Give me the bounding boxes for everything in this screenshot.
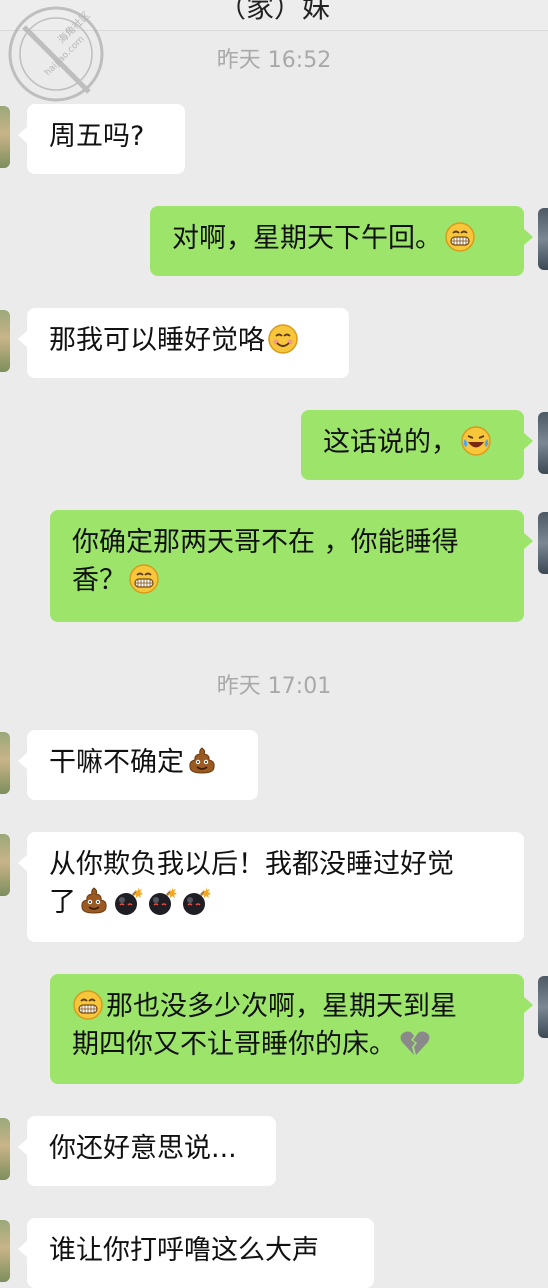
my-avatar[interactable] <box>538 208 548 270</box>
message-bubble-incoming[interactable]: 那我可以睡好觉咯 <box>18 308 349 378</box>
contact-avatar[interactable] <box>0 732 10 794</box>
contact-avatar[interactable] <box>0 106 10 168</box>
message-bubble-outgoing[interactable]: 对啊，星期天下午回。 <box>150 206 533 276</box>
contact-avatar[interactable] <box>0 310 10 372</box>
message-bubble-outgoing[interactable]: 那也没多少次啊，星期天到星 期四你又不让哥睡你的床。 <box>50 974 533 1084</box>
grin-icon <box>72 989 104 1021</box>
message-bubble-incoming[interactable]: 谁让你打呼噜这么大声 <box>18 1218 374 1288</box>
message-bubble-incoming[interactable]: 你还好意思说... <box>18 1116 276 1186</box>
smile-icon <box>267 323 299 355</box>
contact-avatar[interactable] <box>0 834 10 896</box>
message-bubble-incoming[interactable]: 周五吗? <box>18 104 185 174</box>
message-text-line-1: 你确定那两天哥不在 ，你能睡得 <box>72 527 459 558</box>
contact-avatar[interactable] <box>0 1220 10 1282</box>
bomb-icon <box>112 885 144 917</box>
contact-avatar[interactable] <box>0 1118 10 1180</box>
timestamp: 昨天 17:01 <box>216 674 332 699</box>
grin-icon <box>128 563 160 595</box>
message-text-line-2: 了 <box>49 887 76 918</box>
message-text: 那我可以睡好觉咯 <box>49 325 265 356</box>
poop-icon <box>186 745 218 777</box>
timestamp: 昨天 16:52 <box>216 48 332 73</box>
bomb-icon <box>180 885 212 917</box>
message-bubble-incoming[interactable]: 干嘛不确定 <box>18 730 258 800</box>
message-text: 这话说的， <box>323 427 458 458</box>
my-avatar[interactable] <box>538 512 548 574</box>
message-text: 对啊，星期天下午回。 <box>172 223 442 254</box>
message-bubble-outgoing[interactable]: 这话说的， <box>301 410 533 480</box>
bomb-icon <box>146 885 178 917</box>
message-text: 周五吗? <box>49 121 145 152</box>
my-avatar[interactable] <box>538 412 548 474</box>
poop-icon <box>78 885 110 917</box>
grin-icon <box>444 221 476 253</box>
message-text-line-2: 期四你又不让哥睡你的床。 <box>72 1029 396 1060</box>
message-text: 谁让你打呼噜这么大声 <box>49 1235 319 1266</box>
laugh-cry-icon <box>460 425 492 457</box>
message-text-line-1: 从你欺负我以后！我都没睡过好觉 <box>49 849 454 880</box>
message-text: 你还好意思说... <box>49 1133 237 1164</box>
broken-heart-icon <box>398 1027 430 1059</box>
my-avatar[interactable] <box>538 976 548 1038</box>
message-text: 干嘛不确定 <box>49 747 184 778</box>
message-bubble-incoming[interactable]: 从你欺负我以后！我都没睡过好觉 了 <box>18 832 524 942</box>
message-text-line-1: 那也没多少次啊，星期天到星 <box>106 991 457 1022</box>
message-bubble-outgoing[interactable]: 你确定那两天哥不在 ，你能睡得 香？ <box>50 510 533 622</box>
message-text-line-2: 香？ <box>72 565 126 596</box>
